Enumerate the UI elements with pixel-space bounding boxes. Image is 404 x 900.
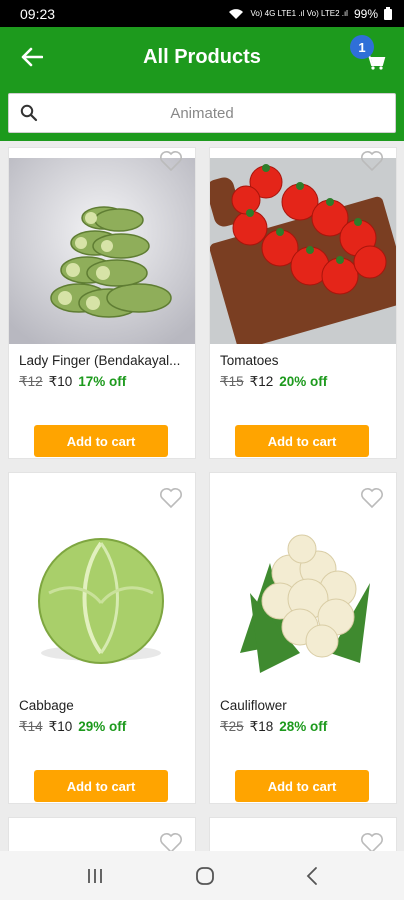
discount-label: 29% off bbox=[78, 719, 127, 734]
heart-icon[interactable] bbox=[360, 150, 384, 172]
battery-level: 99% bbox=[353, 6, 378, 21]
price-row: ₹15 ₹12 20% off bbox=[220, 374, 327, 390]
sale-price: ₹12 bbox=[249, 374, 274, 389]
battery-icon bbox=[384, 7, 392, 20]
heart-icon[interactable] bbox=[159, 832, 183, 851]
heart-icon[interactable] bbox=[360, 487, 384, 509]
arrow-left-icon bbox=[21, 47, 43, 67]
search-strip: Animated bbox=[0, 87, 404, 141]
add-to-cart-button[interactable]: Add to cart bbox=[34, 770, 168, 802]
cauliflower-image bbox=[210, 503, 396, 689]
status-icons: Vo) 4G LTE1 .ıl Vo) LTE2 .ıl 99% bbox=[228, 7, 392, 21]
product-card[interactable] bbox=[8, 817, 196, 851]
price-row: ₹25 ₹18 28% off bbox=[220, 719, 327, 735]
system-nav-bar bbox=[0, 851, 404, 900]
add-to-cart-button[interactable]: Add to cart bbox=[235, 425, 369, 457]
sale-price: ₹18 bbox=[249, 719, 274, 734]
price-row: ₹12 ₹10 17% off bbox=[19, 374, 126, 390]
mrp-price: ₹12 bbox=[19, 374, 43, 389]
product-card[interactable]: Tomatoes ₹15 ₹12 20% off Add to cart bbox=[209, 147, 397, 459]
add-to-cart-button[interactable]: Add to cart bbox=[34, 425, 168, 457]
status-time: 09:23 bbox=[20, 5, 56, 22]
sale-price: ₹10 bbox=[48, 719, 73, 734]
search-icon bbox=[9, 93, 49, 133]
mrp-price: ₹14 bbox=[19, 719, 43, 734]
cabbage-image bbox=[9, 503, 195, 689]
heart-icon[interactable] bbox=[159, 487, 183, 509]
back-nav-icon[interactable] bbox=[305, 866, 319, 886]
okra-image bbox=[9, 158, 195, 344]
tomatoes-image bbox=[210, 158, 396, 344]
product-card[interactable]: Cauliflower ₹25 ₹18 28% off Add to cart bbox=[209, 472, 397, 804]
cart-button[interactable]: 1 bbox=[350, 35, 392, 77]
page-title: All Products bbox=[143, 45, 261, 68]
product-name: Tomatoes bbox=[220, 353, 279, 368]
discount-label: 20% off bbox=[279, 374, 328, 389]
product-card[interactable] bbox=[209, 817, 397, 851]
network-indicators: Vo) 4G LTE1 .ıl Vo) LTE2 .ıl bbox=[250, 9, 348, 18]
discount-label: 17% off bbox=[78, 374, 127, 389]
app-bar: All Products 1 bbox=[0, 27, 404, 87]
product-name: Cauliflower bbox=[220, 698, 287, 713]
heart-icon[interactable] bbox=[159, 150, 183, 172]
product-grid: Lady Finger (Bendakayal... ₹12 ₹10 17% o… bbox=[0, 141, 404, 851]
product-name: Lady Finger (Bendakayal... bbox=[19, 353, 181, 368]
search-input[interactable]: Animated bbox=[8, 93, 396, 133]
wifi-icon bbox=[229, 8, 244, 19]
sale-price: ₹10 bbox=[48, 374, 73, 389]
status-bar: 09:23 Vo) 4G LTE1 .ıl Vo) LTE2 .ıl 99% bbox=[0, 0, 404, 27]
product-card[interactable]: Cabbage ₹14 ₹10 29% off Add to cart bbox=[8, 472, 196, 804]
home-icon[interactable] bbox=[195, 866, 215, 886]
mrp-price: ₹15 bbox=[220, 374, 244, 389]
back-button[interactable] bbox=[14, 39, 50, 75]
search-placeholder: Animated bbox=[170, 104, 234, 122]
discount-label: 28% off bbox=[279, 719, 328, 734]
cart-count-badge: 1 bbox=[350, 35, 374, 59]
add-to-cart-button[interactable]: Add to cart bbox=[235, 770, 369, 802]
heart-icon[interactable] bbox=[360, 832, 384, 851]
mrp-price: ₹25 bbox=[220, 719, 244, 734]
recents-icon[interactable] bbox=[85, 867, 105, 885]
product-name: Cabbage bbox=[19, 698, 74, 713]
product-card[interactable]: Lady Finger (Bendakayal... ₹12 ₹10 17% o… bbox=[8, 147, 196, 459]
price-row: ₹14 ₹10 29% off bbox=[19, 719, 126, 735]
